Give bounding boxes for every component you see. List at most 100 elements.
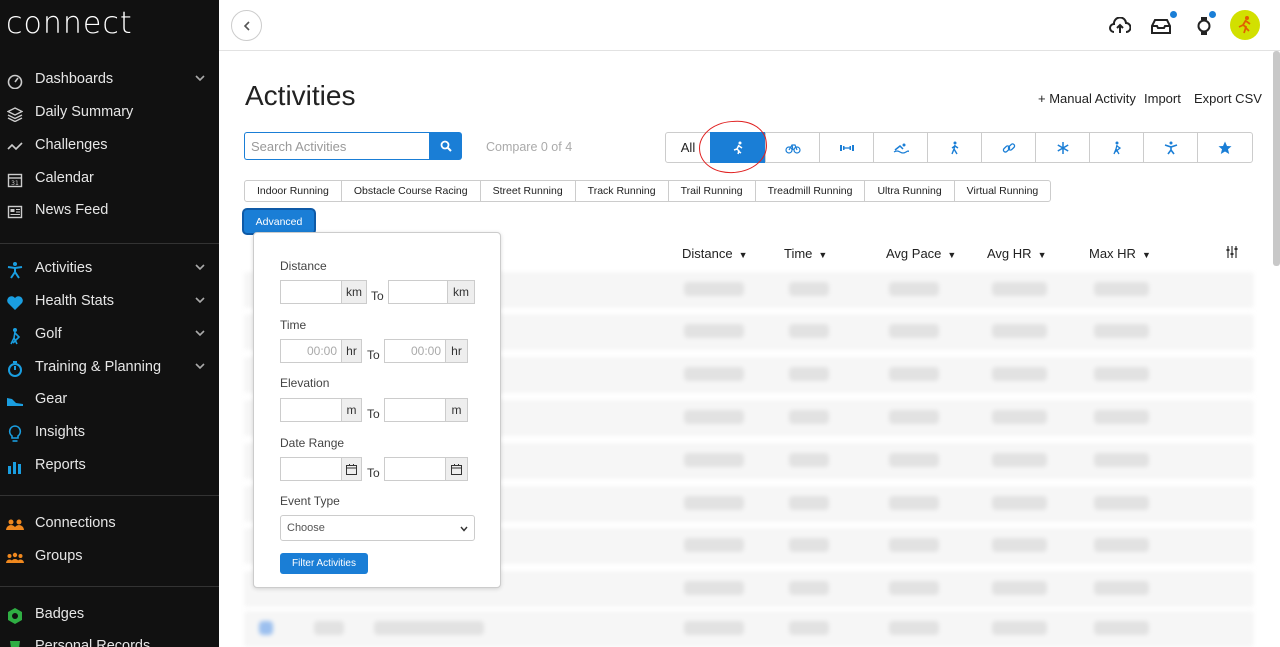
- elevation-label: Elevation: [280, 376, 330, 390]
- sidebar-item-dashboards[interactable]: Dashboards: [0, 65, 219, 95]
- swimming-icon: [893, 143, 909, 154]
- type-winter-button[interactable]: [1035, 132, 1090, 163]
- sidebar-item-challenges[interactable]: Challenges: [0, 131, 219, 161]
- sidebar-item-training-planning[interactable]: Training & Planning: [0, 353, 219, 383]
- type-fitness-button[interactable]: [1143, 132, 1198, 163]
- distance-min-input[interactable]: [280, 280, 342, 304]
- elevation-min-input[interactable]: [280, 398, 342, 422]
- time-max-unit: hr: [446, 339, 468, 363]
- sort-down-icon: ▼: [818, 249, 828, 260]
- sidebar-item-calendar[interactable]: 31 Calendar: [0, 164, 219, 194]
- sort-down-icon: ▼: [1037, 249, 1047, 260]
- distance-label: Distance: [280, 259, 327, 273]
- sort-down-icon: ▼: [1141, 249, 1151, 260]
- calendar-icon[interactable]: [342, 457, 362, 481]
- upload-cloud-icon[interactable]: [1108, 14, 1132, 38]
- inbox-icon[interactable]: [1149, 14, 1173, 38]
- heart-icon: [6, 294, 24, 312]
- filter-activities-button[interactable]: Filter Activities: [280, 553, 368, 574]
- golf-swing-icon: [1112, 141, 1121, 154]
- type-golf-button[interactable]: [1089, 132, 1144, 163]
- date-to-input[interactable]: [384, 457, 446, 481]
- time-min-input[interactable]: [280, 339, 342, 363]
- cycling-icon: [784, 143, 801, 154]
- sidebar-item-activities[interactable]: Activities: [0, 254, 219, 284]
- sidebar-item-daily-summary[interactable]: Daily Summary: [0, 98, 219, 128]
- type-cycling-button[interactable]: [765, 132, 820, 163]
- search-icon: [440, 140, 452, 152]
- badge-icon: [6, 607, 24, 625]
- star-icon: [1218, 141, 1232, 154]
- export-csv-link[interactable]: Export CSV: [1194, 91, 1262, 106]
- back-button[interactable]: [231, 10, 262, 41]
- subtype-virtual-running[interactable]: Virtual Running: [953, 180, 1052, 202]
- chevron-down-icon: [195, 75, 205, 82]
- subtype-treadmill-running[interactable]: Treadmill Running: [754, 180, 866, 202]
- sidebar-item-golf[interactable]: Golf: [0, 320, 219, 350]
- sidebar-item-groups[interactable]: Groups: [0, 542, 219, 572]
- chevron-down-icon: [195, 264, 205, 271]
- column-header-avg-hr[interactable]: Avg HR ▼: [987, 246, 1046, 261]
- elevation-max-unit: m: [446, 398, 468, 422]
- sidebar-divider: [0, 586, 219, 587]
- type-walking-button[interactable]: [927, 132, 982, 163]
- event-type-select[interactable]: Choose: [280, 515, 475, 541]
- type-swimming-button[interactable]: [873, 132, 928, 163]
- column-header-max-hr[interactable]: Max HR ▼: [1089, 246, 1151, 261]
- notification-dot: [1209, 11, 1216, 18]
- time-min-unit: hr: [342, 339, 362, 363]
- bar-chart-icon: [6, 458, 24, 476]
- sidebar-item-news-feed[interactable]: News Feed: [0, 196, 219, 226]
- subtype-ultra-running[interactable]: Ultra Running: [864, 180, 955, 202]
- chevron-down-icon: [195, 330, 205, 337]
- connections-icon: [6, 516, 24, 534]
- date-from-input[interactable]: [280, 457, 342, 481]
- advanced-filter-panel: Distance km To km Time hr To hr Elevatio…: [253, 232, 501, 588]
- subtype-indoor-running[interactable]: Indoor Running: [244, 180, 342, 202]
- type-strength-button[interactable]: [819, 132, 874, 163]
- search-input[interactable]: [244, 132, 430, 160]
- page-title: Activities: [245, 80, 356, 111]
- subtype-obstacle-course-racing[interactable]: Obstacle Course Racing: [340, 180, 481, 202]
- sidebar-item-personal-records[interactable]: Personal Records: [0, 632, 219, 647]
- column-header-avg-pace[interactable]: Avg Pace ▼: [886, 246, 956, 261]
- top-bar: [219, 0, 1280, 51]
- sidebar-item-health-stats[interactable]: Health Stats: [0, 287, 219, 317]
- snowflake-icon: [1056, 141, 1069, 154]
- column-settings-icon[interactable]: [1226, 246, 1238, 261]
- distance-max-input[interactable]: [388, 280, 448, 304]
- sidebar-item-gear[interactable]: Gear: [0, 385, 219, 415]
- column-header-time[interactable]: Time ▼: [784, 246, 827, 261]
- chevron-down-icon: [195, 363, 205, 370]
- table-row[interactable]: [244, 611, 1254, 647]
- type-multisport-button[interactable]: [981, 132, 1036, 163]
- subtype-track-running[interactable]: Track Running: [574, 180, 669, 202]
- sidebar-item-insights[interactable]: Insights: [0, 418, 219, 448]
- distance-min-unit: km: [342, 280, 367, 304]
- column-header-distance[interactable]: Distance ▼: [682, 246, 748, 261]
- elevation-max-input[interactable]: [384, 398, 446, 422]
- sidebar-item-reports[interactable]: Reports: [0, 451, 219, 481]
- subtype-trail-running[interactable]: Trail Running: [667, 180, 756, 202]
- sidebar-divider: [0, 243, 219, 244]
- subtype-street-running[interactable]: Street Running: [479, 180, 576, 202]
- search-button[interactable]: [429, 132, 462, 160]
- calendar-icon[interactable]: [446, 457, 468, 481]
- compare-count: Compare 0 of 4: [486, 140, 573, 154]
- chevron-down-icon: [460, 526, 468, 532]
- sidebar-item-badges[interactable]: Badges: [0, 600, 219, 630]
- manual-activity-link[interactable]: + Manual Activity: [1038, 91, 1136, 106]
- stopwatch-icon: [6, 360, 24, 378]
- sidebar-item-connections[interactable]: Connections: [0, 509, 219, 539]
- elevation-min-unit: m: [342, 398, 362, 422]
- event-type-label: Event Type: [280, 494, 340, 508]
- distance-to-label: To: [371, 289, 384, 303]
- layers-icon: [6, 105, 24, 123]
- import-link[interactable]: Import: [1144, 91, 1181, 106]
- sort-down-icon: ▼: [947, 249, 957, 260]
- avatar[interactable]: [1230, 10, 1260, 40]
- time-max-input[interactable]: [384, 339, 446, 363]
- advanced-button[interactable]: Advanced: [244, 210, 314, 233]
- scrollbar[interactable]: [1273, 51, 1280, 266]
- type-favorites-button[interactable]: [1197, 132, 1253, 163]
